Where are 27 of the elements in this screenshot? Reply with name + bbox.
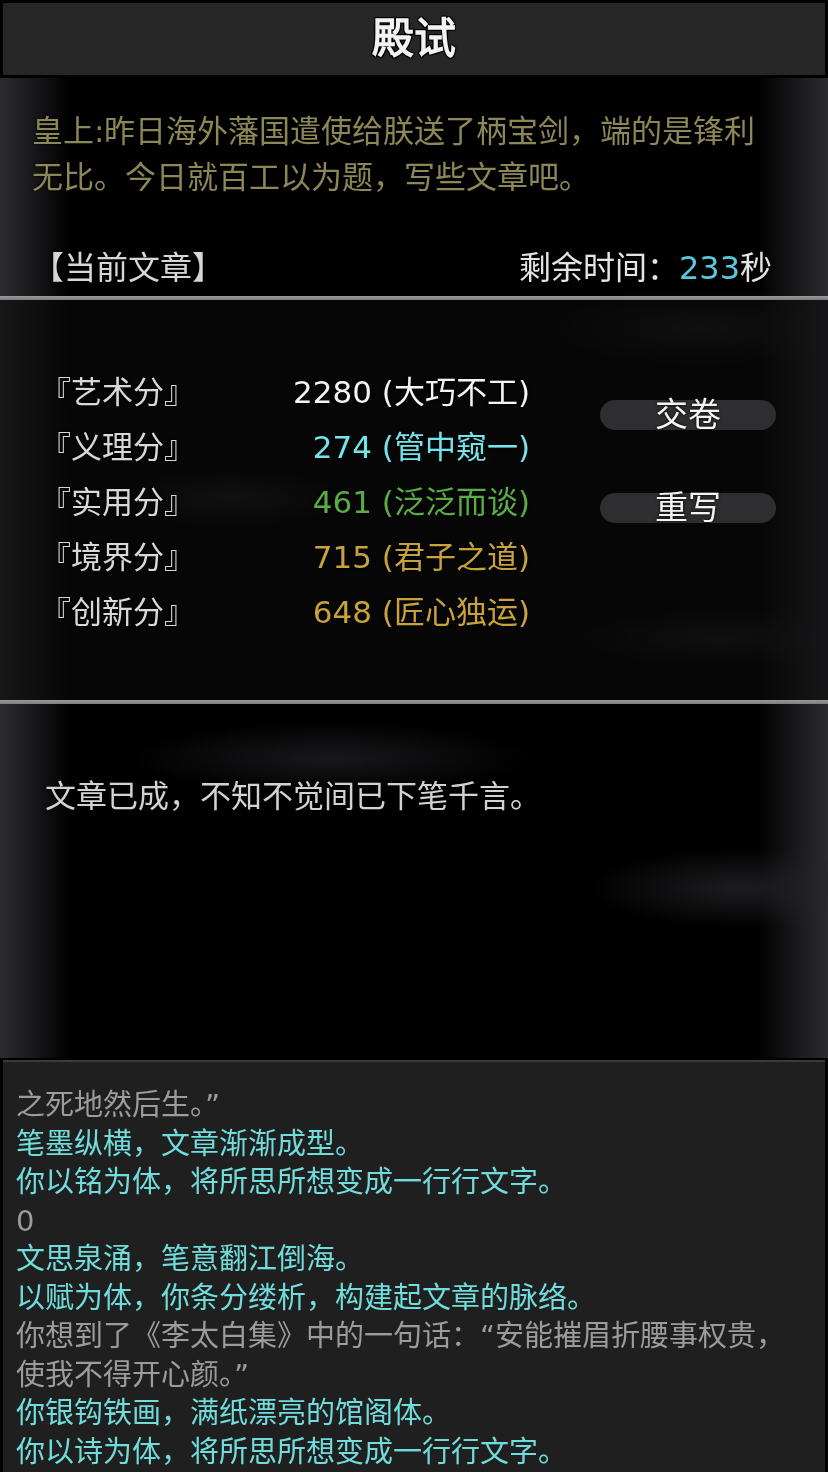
log-line: 你想到了《李太白集》中的一句话：“安能摧眉折腰事权贵，使我不得开心颜。”: [16, 1318, 787, 1394]
log-line: 0: [16, 1202, 36, 1240]
timer-label: 剩余时间：: [518, 248, 679, 288]
current-essay-label: 【当前文章】: [32, 248, 224, 288]
log-line: 之死地然后生。”: [16, 1087, 222, 1124]
rewrite-button[interactable]: 重写: [600, 493, 776, 523]
score-label: 『艺术分』: [40, 373, 196, 412]
score-label: 『创新分』: [40, 593, 196, 632]
score-value: 461 (泛泛而谈): [311, 483, 530, 522]
log-line: 你银钩铁画，满纸漂亮的馆阁体。: [16, 1395, 452, 1432]
score-label: 『实用分』: [40, 483, 196, 522]
log-line: 以赋为体，你条分缕析，构建起文章的脉络。: [16, 1279, 597, 1317]
score-value: 648 (匠心独运): [311, 593, 530, 632]
score-label: 『义理分』: [40, 428, 196, 467]
log-line: 你以诗为体，将所思所想变成一行行文字。: [16, 1433, 568, 1471]
log-line: 笔墨纵横，文章渐渐成型。: [16, 1125, 365, 1163]
score-value: 715 (君子之道): [311, 538, 530, 577]
score-value: 274 (管中窥一): [311, 428, 530, 467]
status-message: 文章已成，不知不觉间已下笔千言。: [45, 777, 542, 816]
log-line: 文思泉涌，笔意翻江倒海。: [16, 1241, 365, 1278]
page-title: 殿试: [372, 18, 456, 60]
timer-unit: 秒: [740, 248, 772, 288]
emperor-prompt: 皇上:昨日海外藩国遣使给朕送了柄宝剑，端的是锋利无比。今日就百工以为题，写些文章吧。: [32, 112, 757, 197]
score-label: 『境界分』: [40, 538, 196, 577]
log-line: 你以铭为体，将所思所想变成一行行文字。: [16, 1164, 568, 1201]
timer-value: 233: [678, 249, 740, 287]
score-value: 2280 (大巧不工): [292, 373, 530, 412]
